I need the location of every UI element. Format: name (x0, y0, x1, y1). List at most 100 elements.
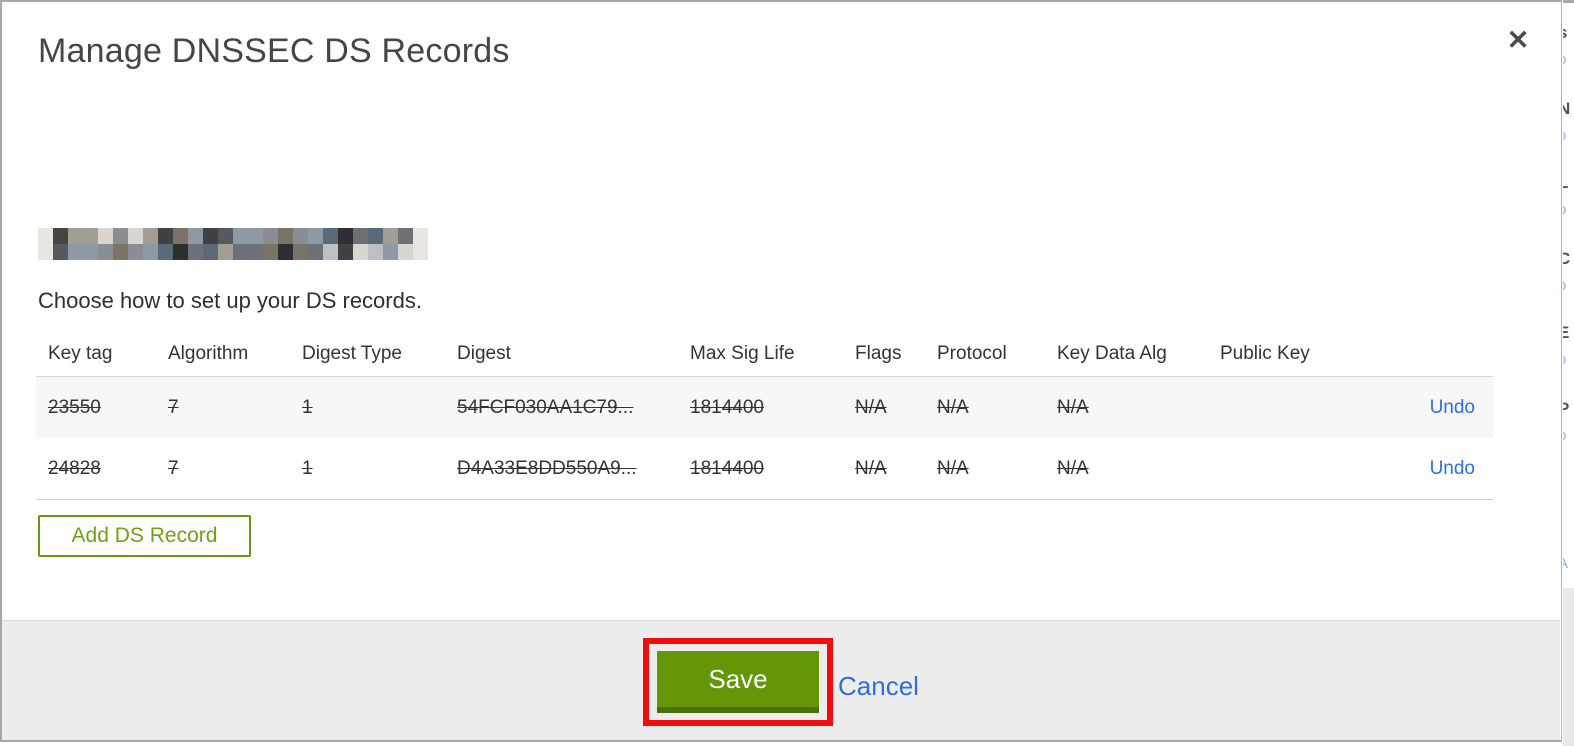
col-header-algorithm: Algorithm (168, 343, 249, 364)
redacted-pixel-block (173, 244, 188, 260)
redacted-pixel-block (68, 228, 83, 244)
redacted-pixel-block (188, 244, 203, 260)
background-text-fragment: o (1563, 127, 1566, 144)
redacted-pixel-block (383, 228, 398, 244)
redacted-pixel-block (278, 228, 293, 244)
background-page-footer-strip (1563, 588, 1574, 746)
redacted-pixel-block (248, 244, 263, 260)
redacted-pixel-block (338, 244, 353, 260)
redacted-pixel-block (308, 244, 323, 260)
redacted-pixel-block (128, 228, 143, 244)
background-text-fragment: s (1563, 23, 1567, 43)
redacted-pixel-block (173, 228, 188, 244)
col-header-digest: Digest (457, 343, 511, 364)
table-header-row: Key tag Algorithm Digest Type Digest Max… (36, 332, 1493, 377)
cell-algorithm: 7 (168, 396, 179, 418)
background-text-fragment: L (1563, 173, 1568, 193)
redacted-pixel-block (368, 228, 383, 244)
col-header-flags: Flags (855, 343, 902, 364)
page-background-strip (0, 742, 1563, 746)
col-header-public-key: Public Key (1220, 343, 1310, 364)
background-text-fragment: o (1563, 277, 1566, 294)
background-text-fragment: C (1563, 249, 1570, 269)
redacted-pixel-block (383, 244, 398, 260)
redacted-pixel-block (83, 228, 98, 244)
add-ds-record-button[interactable]: Add DS Record (38, 515, 251, 557)
redacted-pixel-block (353, 244, 368, 260)
cell-protocol: N/A (937, 396, 969, 418)
redacted-pixel-block (248, 228, 263, 244)
redacted-pixel-block (158, 228, 173, 244)
modal-footer: Save Cancel (2, 620, 1560, 740)
redacted-pixel-block (398, 228, 413, 244)
redacted-pixel-block (413, 244, 428, 260)
redacted-pixel-block (263, 228, 278, 244)
undo-link[interactable]: Undo (1430, 458, 1475, 479)
redacted-pixel-block (143, 244, 158, 260)
redacted-pixel-block (113, 228, 128, 244)
redacted-pixel-block (368, 244, 383, 260)
save-button[interactable]: Save (657, 651, 819, 713)
subtitle-text: Choose how to set up your DS records. (38, 288, 422, 313)
page-title: Manage DNSSEC DS Records (38, 32, 510, 70)
redacted-pixel-block (38, 244, 53, 260)
redacted-pixel-block (293, 228, 308, 244)
cancel-link[interactable]: Cancel (838, 671, 919, 702)
cell-key-data-alg: N/A (1057, 457, 1089, 479)
table-row: 23550 7 1 54FCF030AA1C79... 1814400 N/A … (36, 377, 1493, 438)
redacted-pixel-block (263, 244, 278, 260)
redacted-pixel-block (113, 244, 128, 260)
col-header-key-data-alg: Key Data Alg (1057, 343, 1167, 364)
cell-key-tag: 24828 (48, 457, 101, 479)
redacted-pixel-block (233, 244, 248, 260)
col-header-key-tag: Key tag (48, 343, 113, 364)
col-header-protocol: Protocol (937, 343, 1007, 364)
redacted-pixel-block (398, 244, 413, 260)
cell-protocol: N/A (937, 457, 969, 479)
cell-flags: N/A (855, 457, 887, 479)
redacted-pixel-block (98, 244, 113, 260)
cell-digest-type: 1 (302, 396, 313, 418)
undo-link[interactable]: Undo (1430, 397, 1475, 418)
col-header-max-sig-life: Max Sig Life (690, 343, 795, 364)
redacted-pixel-block (323, 244, 338, 260)
cell-digest: 54FCF030AA1C79... (457, 396, 634, 418)
redacted-pixel-block (338, 228, 353, 244)
close-icon[interactable]: ✕ (1500, 22, 1536, 58)
redacted-pixel-block (218, 244, 233, 260)
redacted-pixel-block (203, 228, 218, 244)
cell-algorithm: 7 (168, 457, 179, 479)
background-text-fragment: o (1563, 351, 1566, 368)
background-text-fragment: E (1563, 323, 1569, 343)
redacted-pixel-block (83, 244, 98, 260)
background-text-fragment: P (1563, 399, 1569, 419)
save-annotation-highlight: Save (643, 638, 833, 726)
manage-dnssec-modal: Manage DNSSEC DS Records ✕ Choose how to… (0, 0, 1562, 742)
ds-records-table: Key tag Algorithm Digest Type Digest Max… (36, 332, 1493, 500)
redacted-pixel-block (98, 228, 113, 244)
redacted-pixel-block (143, 228, 158, 244)
cell-key-data-alg: N/A (1057, 396, 1089, 418)
cell-max-sig-life: 1814400 (690, 457, 764, 479)
redacted-pixel-block (53, 228, 68, 244)
cell-digest: D4A33E8DD550A9... (457, 457, 637, 479)
redacted-pixel-block (158, 244, 173, 260)
redacted-pixel-block (293, 244, 308, 260)
background-page-sliver: soNoLoCoEoPoA (1563, 0, 1574, 746)
background-text-fragment: A (1563, 555, 1568, 572)
redacted-pixel-block (53, 244, 68, 260)
background-text-fragment: o (1563, 427, 1566, 444)
redacted-pixel-block (188, 228, 203, 244)
redacted-pixel-block (233, 228, 248, 244)
redacted-pixel-block (278, 244, 293, 260)
redacted-pixel-block (38, 228, 53, 244)
redacted-pixel-block (68, 244, 83, 260)
redacted-pixel-block (323, 228, 338, 244)
redacted-pixel-block (128, 244, 143, 260)
cell-max-sig-life: 1814400 (690, 396, 764, 418)
cell-key-tag: 23550 (48, 396, 101, 418)
redacted-domain-name (38, 228, 428, 260)
redacted-pixel-block (218, 228, 233, 244)
redacted-pixel-block (203, 244, 218, 260)
table-row: 24828 7 1 D4A33E8DD550A9... 1814400 N/A … (36, 438, 1493, 500)
